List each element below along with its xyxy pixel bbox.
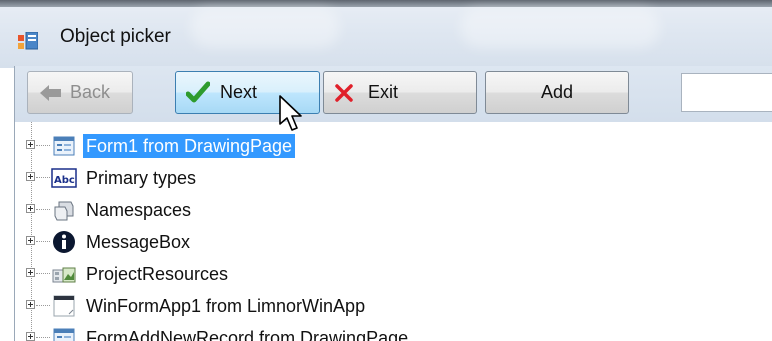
back-button[interactable]: Back <box>27 71 133 114</box>
tree-node-form1[interactable]: Form1 from DrawingPage <box>15 130 772 162</box>
aero-glass-blur <box>190 8 340 48</box>
back-button-label: Back <box>70 82 111 102</box>
tree-node-label: Namespaces <box>86 200 192 220</box>
info-icon <box>53 231 75 253</box>
back-arrow-icon <box>40 84 61 101</box>
window-top-edge <box>0 0 772 7</box>
next-button-label: Next <box>220 82 258 102</box>
expand-toggle[interactable] <box>26 268 35 277</box>
object-picker-app-icon <box>18 32 38 50</box>
svg-text:Abc: Abc <box>54 175 75 186</box>
expand-toggle[interactable] <box>26 140 35 149</box>
app-icon <box>53 295 75 317</box>
add-button-label: Add <box>540 82 574 102</box>
tree-node-winformapp1[interactable]: WinFormApp1 from LimnorWinApp <box>15 290 772 322</box>
tree-node-label: MessageBox <box>86 232 191 252</box>
tree-connector <box>36 273 50 274</box>
expand-toggle[interactable] <box>26 300 35 309</box>
tree-node-primary-types[interactable]: Abc Primary types <box>15 162 772 194</box>
tree-connector <box>36 337 50 338</box>
form-icon <box>53 328 75 341</box>
tree-connector <box>36 177 50 178</box>
exit-button[interactable]: Exit <box>323 71 477 114</box>
expand-toggle[interactable] <box>26 236 35 245</box>
tree-node-label: Form1 from DrawingPage <box>83 134 296 158</box>
tree-node-label: FormAddNewRecord from DrawingPage <box>86 328 409 341</box>
tree-node-label: WinFormApp1 from LimnorWinApp <box>86 296 366 316</box>
window-title: Object picker <box>60 26 171 47</box>
object-tree[interactable]: Form1 from DrawingPage Abc Primary types… <box>14 122 772 341</box>
exit-button-label: Exit <box>368 82 399 102</box>
namespace-icon <box>54 201 74 221</box>
close-x-icon <box>335 83 353 102</box>
mouse-pointer-icon <box>279 95 302 131</box>
tree-node-messagebox[interactable]: MessageBox <box>15 226 772 258</box>
checkmark-icon <box>186 81 210 102</box>
add-button[interactable]: Add <box>485 71 629 114</box>
expand-toggle[interactable] <box>26 332 35 341</box>
tree-connector <box>36 241 50 242</box>
expand-toggle[interactable] <box>26 204 35 213</box>
tree-node-label: Primary types <box>86 168 197 188</box>
form-icon <box>53 136 75 156</box>
resources-icon <box>52 267 76 283</box>
tree-connector <box>36 209 50 210</box>
search-input[interactable] <box>681 73 772 112</box>
tree-node-label: ProjectResources <box>86 264 229 284</box>
expand-toggle[interactable] <box>26 172 35 181</box>
tree-node-namespaces[interactable]: Namespaces <box>15 194 772 226</box>
toolbar: Back Next Exit Add <box>14 66 772 122</box>
tree-node-project-resources[interactable]: ProjectResources <box>15 258 772 290</box>
aero-glass-blur <box>460 8 660 48</box>
abc-type-icon: Abc <box>51 168 77 188</box>
title-bar: Object picker <box>0 0 772 68</box>
tree-node-formaddnewrecord[interactable]: FormAddNewRecord from DrawingPage <box>15 322 772 341</box>
tree-connector <box>36 305 50 306</box>
tree-connector <box>36 145 50 146</box>
